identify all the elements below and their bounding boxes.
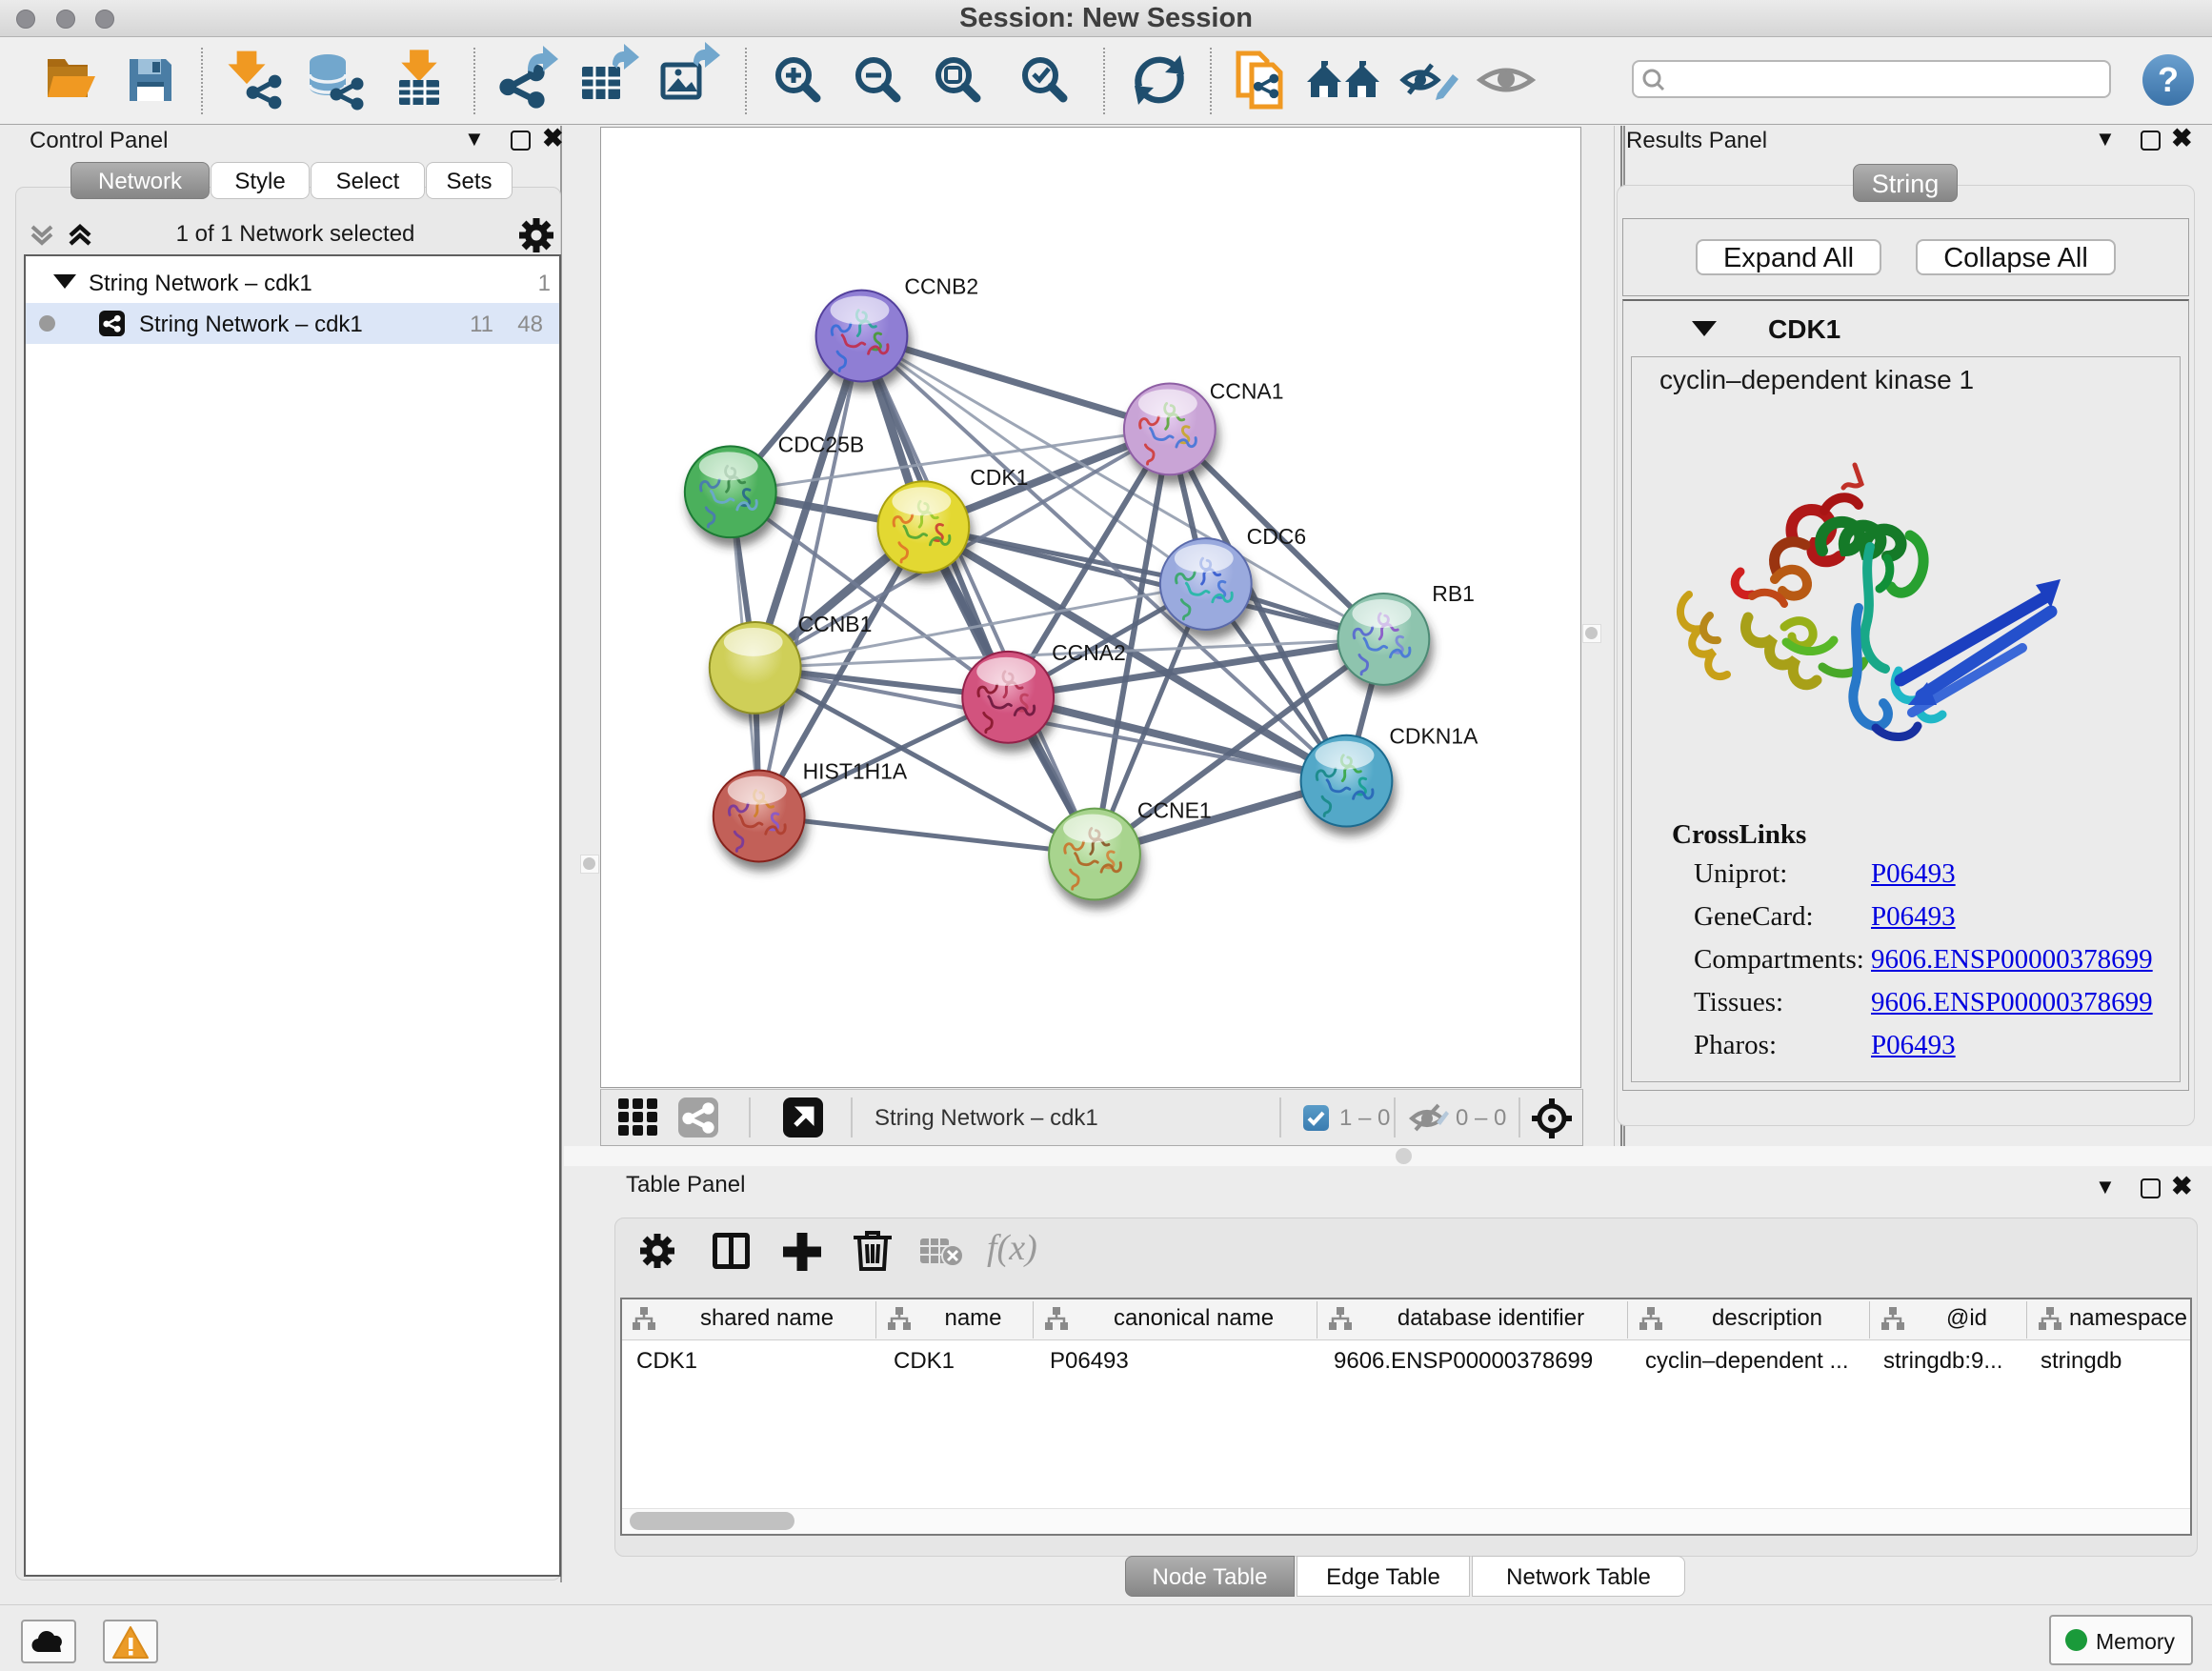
svg-text:CDC25B: CDC25B bbox=[778, 432, 865, 456]
svg-text:RB1: RB1 bbox=[1432, 581, 1475, 606]
svg-text:CDKN1A: CDKN1A bbox=[1389, 724, 1478, 749]
svg-text:HIST1H1A: HIST1H1A bbox=[803, 759, 908, 784]
svg-text:CCNB1: CCNB1 bbox=[798, 612, 873, 636]
svg-text:CCNA2: CCNA2 bbox=[1052, 640, 1126, 665]
svg-text:CCNB2: CCNB2 bbox=[904, 274, 978, 299]
svg-text:CCNA1: CCNA1 bbox=[1210, 378, 1284, 403]
svg-text:CCNE1: CCNE1 bbox=[1137, 798, 1212, 823]
svg-text:CDC6: CDC6 bbox=[1247, 524, 1306, 549]
svg-text:CDK1: CDK1 bbox=[970, 465, 1028, 490]
